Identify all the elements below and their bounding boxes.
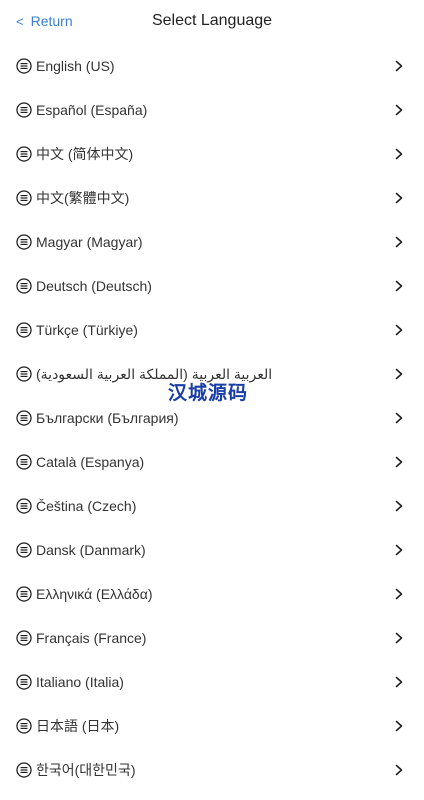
language-label: Dansk (Danmark) (36, 542, 146, 558)
language-label: 한국어(대한민국) (36, 762, 136, 778)
language-item[interactable]: 日本語 (日本) (0, 704, 424, 748)
language-label: 中文(繁體中文) (36, 190, 130, 206)
chevron-right-icon (395, 324, 403, 336)
language-label: Български (България) (36, 410, 179, 426)
language-item[interactable]: Čeština (Czech) (0, 484, 424, 528)
menu-circle-icon (16, 454, 32, 470)
menu-circle-icon (16, 146, 32, 162)
language-label: Español (España) (36, 102, 148, 118)
menu-circle-icon (16, 410, 32, 426)
language-item[interactable]: Español (España) (0, 88, 424, 132)
menu-circle-icon (16, 278, 32, 294)
chevron-right-icon (395, 412, 403, 424)
language-label: 日本語 (日本) (36, 718, 120, 734)
menu-circle-icon (16, 234, 32, 250)
chevron-right-icon (395, 720, 403, 732)
language-item[interactable]: 中文 (简体中文) (0, 132, 424, 176)
menu-circle-icon (16, 674, 32, 690)
chevron-right-icon (395, 500, 403, 512)
header-bar: < Return Select Language (0, 0, 424, 44)
language-label: English (US) (36, 58, 115, 74)
language-label: Català (Espanya) (36, 454, 145, 470)
menu-circle-icon (16, 498, 32, 514)
watermark: 汉城源码 (168, 383, 249, 404)
menu-circle-icon (16, 762, 32, 778)
language-label: Türkçe (Türkiye) (36, 322, 138, 338)
chevron-right-icon (395, 632, 403, 644)
language-label: 中文 (简体中文) (36, 146, 134, 162)
language-label: Deutsch (Deutsch) (36, 278, 152, 294)
chevron-right-icon (395, 104, 403, 116)
language-label: Čeština (Czech) (36, 498, 137, 514)
language-item[interactable]: Magyar (Magyar) (0, 220, 424, 264)
chevron-right-icon (395, 368, 403, 380)
language-item[interactable]: Deutsch (Deutsch) (0, 264, 424, 308)
menu-circle-icon (16, 58, 32, 74)
menu-circle-icon (16, 322, 32, 338)
page-title: Select Language (151, 12, 273, 29)
language-item[interactable]: Català (Espanya) (0, 440, 424, 484)
menu-circle-icon (16, 190, 32, 206)
menu-circle-icon (16, 718, 32, 734)
language-item[interactable]: Italiano (Italia) (0, 660, 424, 704)
language-item[interactable]: English (US) (0, 44, 424, 88)
chevron-right-icon (395, 60, 403, 72)
language-item[interactable]: Türkçe (Türkiye) (0, 308, 424, 352)
menu-circle-icon (16, 542, 32, 558)
menu-circle-icon (16, 102, 32, 118)
language-label: Français (France) (36, 630, 147, 646)
chevron-right-icon (395, 236, 403, 248)
chevron-right-icon (395, 280, 403, 292)
language-label: Magyar (Magyar) (36, 234, 143, 250)
language-item[interactable]: 中文(繁體中文) (0, 176, 424, 220)
menu-circle-icon (16, 366, 32, 382)
chevron-right-icon (395, 148, 403, 160)
menu-circle-icon (16, 586, 32, 602)
chevron-right-icon (395, 676, 403, 688)
language-item[interactable]: 한국어(대한민국) (0, 748, 424, 792)
chevron-right-icon (395, 192, 403, 204)
menu-circle-icon (16, 630, 32, 646)
language-select-page: < Return Select Language English (US) Esp… (0, 0, 424, 800)
chevron-right-icon (395, 588, 403, 600)
chevron-right-icon (395, 764, 403, 776)
language-list: English (US) Español (España) 中文 (简体中文) 中文(… (0, 44, 424, 792)
language-label: Italiano (Italia) (36, 674, 124, 690)
language-item[interactable]: Ελληνικά (Ελλάδα) (0, 572, 424, 616)
language-label: Ελληνικά (Ελλάδα) (36, 586, 153, 602)
chevron-right-icon (395, 456, 403, 468)
chevron-right-icon (395, 544, 403, 556)
language-item[interactable]: Dansk (Danmark) (0, 528, 424, 572)
language-item[interactable]: Français (France) (0, 616, 424, 660)
